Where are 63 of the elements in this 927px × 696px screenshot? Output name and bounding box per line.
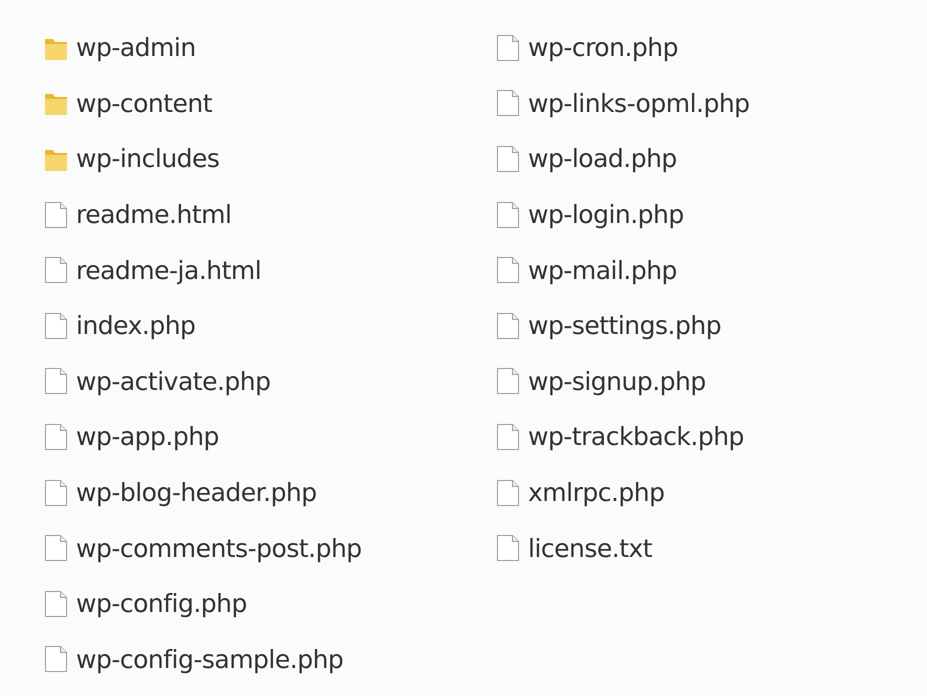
file-row[interactable]: wp-cron.php — [496, 20, 927, 76]
file-icon — [44, 534, 68, 562]
file-row[interactable]: wp-comments-post.php — [44, 520, 496, 576]
file-row[interactable]: wp-signup.php — [496, 354, 927, 410]
file-row[interactable]: wp-blog-header.php — [44, 464, 496, 520]
file-row[interactable]: wp-links-opml.php — [496, 76, 927, 132]
file-row[interactable]: wp-app.php — [44, 409, 496, 465]
file-icon — [44, 645, 68, 674]
file-icon — [44, 590, 68, 618]
file-row[interactable]: wp-login.php — [496, 186, 927, 242]
file-row[interactable]: index.php — [44, 298, 496, 354]
file-icon — [496, 89, 520, 118]
file-icon — [496, 367, 520, 396]
file-name: wp-signup.php — [528, 366, 706, 396]
file-row[interactable]: wp-includes — [44, 131, 496, 187]
file-icon — [44, 367, 68, 396]
file-row[interactable]: wp-trackback.php — [496, 409, 927, 465]
file-row[interactable]: xmlrpc.php — [496, 464, 927, 520]
file-icon — [496, 312, 520, 340]
file-row[interactable]: readme.html — [44, 186, 496, 242]
file-icon — [496, 478, 520, 507]
file-name: readme-ja.html — [76, 256, 262, 285]
file-name: wp-cron.php — [528, 33, 678, 62]
file-name: wp-includes — [76, 144, 220, 174]
file-row[interactable]: readme-ja.html — [44, 242, 496, 298]
file-name: readme.html — [76, 200, 232, 230]
file-icon — [44, 312, 68, 340]
file-row[interactable]: wp-config-sample.php — [44, 632, 496, 688]
file-row[interactable]: wp-activate.php — [44, 354, 496, 410]
file-name: xmlrpc.php — [528, 478, 665, 508]
file-row[interactable]: wp-content — [44, 76, 496, 132]
file-name: index.php — [76, 311, 196, 340]
file-icon — [496, 34, 520, 62]
file-row[interactable]: wp-load.php — [496, 131, 927, 187]
file-icon — [44, 200, 68, 229]
file-name: wp-blog-header.php — [76, 478, 317, 508]
file-name: wp-app.php — [76, 422, 219, 452]
file-name: wp-comments-post.php — [76, 534, 362, 563]
file-row[interactable]: wp-mail.php — [496, 242, 927, 298]
file-icon — [44, 422, 68, 451]
file-row[interactable]: license.txt — [496, 520, 927, 576]
file-name: wp-trackback.php — [528, 422, 744, 452]
file-icon — [44, 256, 68, 284]
file-row[interactable]: wp-config.php — [44, 576, 496, 632]
file-name: wp-config.php — [76, 589, 247, 618]
file-icon — [496, 422, 520, 451]
file-name: license.txt — [528, 534, 652, 563]
file-name: wp-settings.php — [528, 311, 722, 340]
file-name: wp-links-opml.php — [528, 88, 750, 118]
file-icon — [44, 478, 68, 507]
file-icon — [496, 200, 520, 229]
file-row[interactable]: wp-admin — [44, 20, 496, 76]
file-icon — [496, 256, 520, 284]
file-name: wp-load.php — [528, 144, 677, 174]
file-icon — [496, 534, 520, 562]
file-name: wp-login.php — [528, 200, 684, 230]
file-name: wp-mail.php — [528, 256, 677, 285]
file-icon — [496, 144, 520, 173]
file-row[interactable]: wp-settings.php — [496, 298, 927, 354]
file-name: wp-admin — [76, 33, 196, 62]
file-name: wp-config-sample.php — [76, 644, 344, 674]
file-name: wp-activate.php — [76, 366, 270, 396]
file-name: wp-content — [76, 88, 212, 118]
